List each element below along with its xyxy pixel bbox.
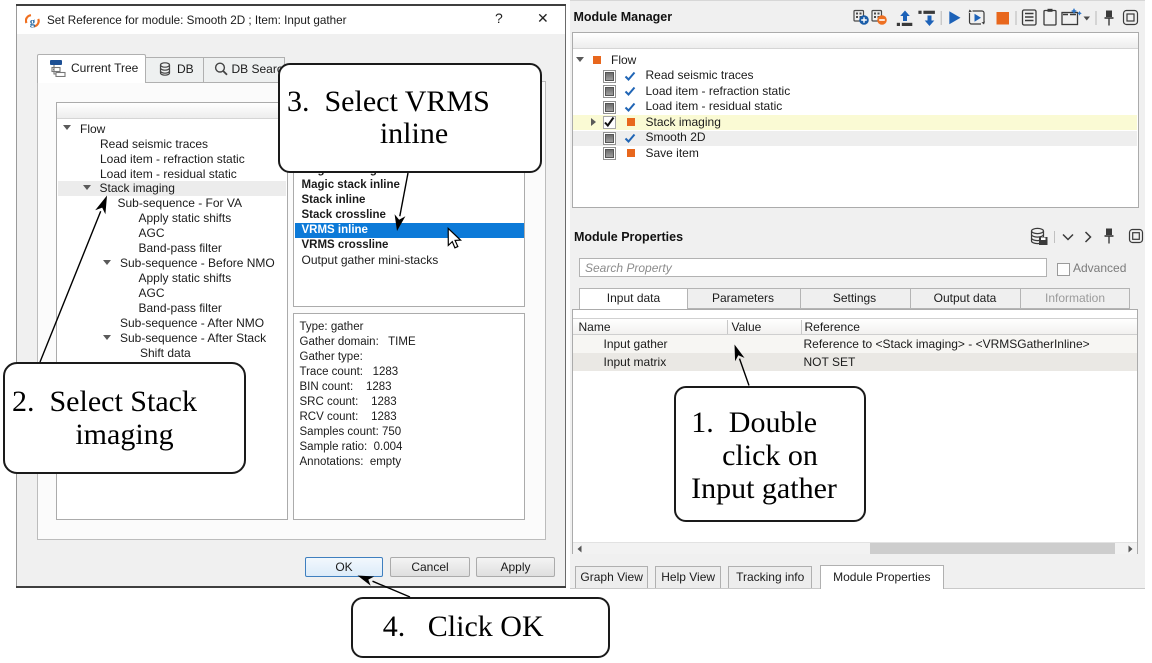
svg-text:g: g — [30, 16, 36, 28]
